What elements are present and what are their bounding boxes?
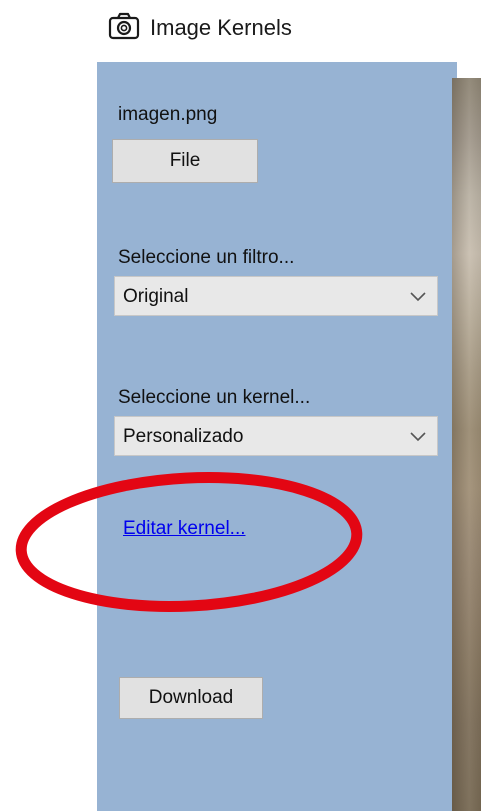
camera-icon xyxy=(108,12,140,40)
file-button[interactable]: File xyxy=(112,139,258,183)
title-bar: Image Kernels xyxy=(0,0,481,62)
app-window: Image Kernels imagen.png File Seleccione… xyxy=(0,0,481,811)
file-name-label: imagen.png xyxy=(118,104,218,125)
edit-kernel-link[interactable]: Editar kernel... xyxy=(123,517,246,541)
chevron-down-icon xyxy=(410,292,426,302)
kernel-dropdown[interactable]: Personalizado xyxy=(114,416,438,456)
kernel-dropdown-value: Personalizado xyxy=(123,426,244,447)
image-preview xyxy=(452,78,481,811)
download-button[interactable]: Download xyxy=(119,677,263,719)
kernel-label: Seleccione un kernel... xyxy=(118,387,311,408)
chevron-down-icon xyxy=(410,432,426,442)
window-title: Image Kernels xyxy=(150,15,292,40)
filter-dropdown[interactable]: Original xyxy=(114,276,438,316)
filter-dropdown-value: Original xyxy=(123,286,189,307)
filter-label: Seleccione un filtro... xyxy=(118,247,295,268)
